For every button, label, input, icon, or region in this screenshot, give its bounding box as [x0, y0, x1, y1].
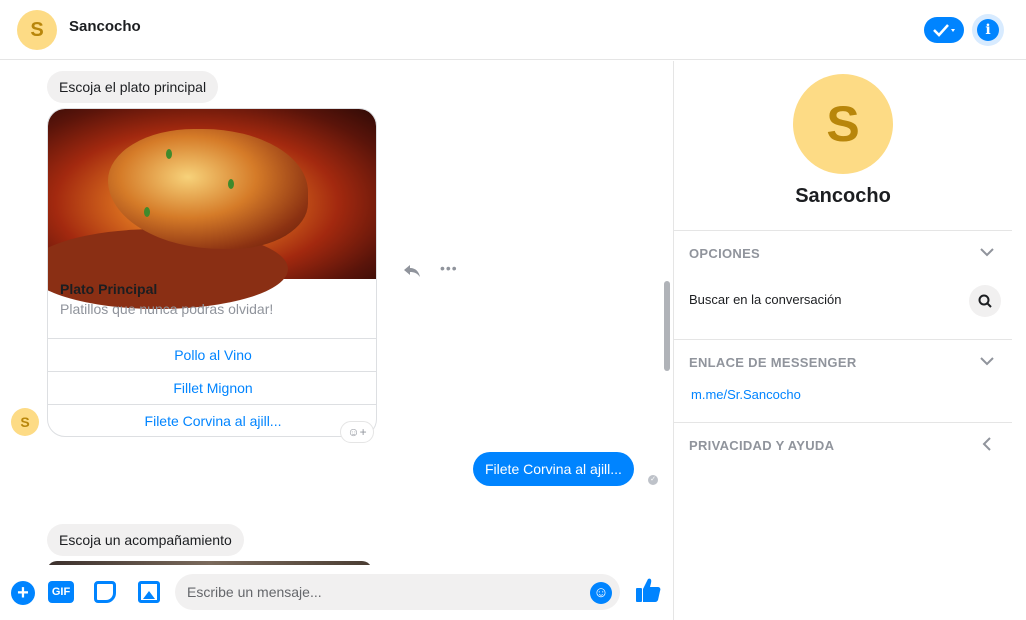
- section-header-link[interactable]: ENLACE DE MESSENGER: [689, 355, 857, 370]
- search-icon: [978, 294, 992, 308]
- more-icon[interactable]: •••: [440, 260, 458, 276]
- details-sidebar: S Sancocho OPCIONES Buscar en la convers…: [674, 61, 1012, 620]
- add-reaction-button[interactable]: ☺+: [340, 421, 374, 443]
- divider: [674, 422, 1012, 423]
- incoming-message: Escoja el plato principal: [47, 71, 219, 103]
- sender-avatar: S: [11, 408, 39, 436]
- check-icon: [933, 24, 955, 37]
- card-button-fillet[interactable]: Fillet Mignon: [48, 371, 376, 404]
- mark-read-button[interactable]: [924, 17, 964, 43]
- section-header-privacy[interactable]: PRIVACIDAD Y AYUDA: [689, 438, 834, 453]
- smiley-plus-icon: ☺+: [347, 425, 367, 439]
- divider: [674, 339, 1012, 340]
- card-button-corvina[interactable]: Filete Corvina al ajill...: [48, 404, 376, 436]
- emoji-icon[interactable]: ☺: [590, 582, 612, 604]
- card-button-pollo[interactable]: Pollo al Vino: [48, 338, 376, 371]
- section-header-options[interactable]: OPCIONES: [689, 246, 760, 261]
- generic-template-card: Plato Principal Platillos que nunca podr…: [47, 108, 377, 437]
- info-icon: i: [977, 19, 999, 41]
- card-subtitle: Platillos que nunca podras olvidar!: [60, 301, 274, 317]
- seen-check-icon: ✓: [648, 475, 658, 485]
- composer: + GIF ☺: [0, 565, 673, 620]
- page-title[interactable]: Sancocho: [69, 18, 141, 35]
- conversation-header: S Sancocho i: [0, 0, 1026, 60]
- chevron-down-icon[interactable]: [979, 353, 995, 371]
- outgoing-message: Filete Corvina al ajill...: [473, 452, 634, 486]
- messenger-link[interactable]: m.me/Sr.Sancocho: [691, 387, 801, 402]
- sticker-icon[interactable]: [94, 581, 116, 603]
- message-input[interactable]: [175, 574, 620, 610]
- info-button[interactable]: i: [972, 14, 1004, 46]
- avatar: S: [793, 74, 893, 174]
- thumbs-up-icon[interactable]: [634, 576, 662, 611]
- reply-icon[interactable]: [403, 264, 421, 278]
- gif-icon[interactable]: GIF: [48, 581, 74, 603]
- chevron-down-icon[interactable]: [979, 244, 995, 262]
- avatar[interactable]: S: [17, 10, 57, 50]
- card-title: Plato Principal: [60, 281, 158, 297]
- photo-icon[interactable]: [138, 581, 160, 603]
- chevron-left-icon[interactable]: [982, 436, 992, 457]
- scrollbar[interactable]: [664, 281, 670, 371]
- incoming-message: Escoja un acompañamiento: [47, 524, 244, 556]
- search-button[interactable]: [969, 285, 1001, 317]
- card-image[interactable]: [48, 109, 376, 309]
- search-conversation-item[interactable]: Buscar en la conversación: [689, 292, 841, 307]
- divider: [674, 230, 1012, 231]
- message-list[interactable]: Escoja el plato principal Plato Principa…: [0, 61, 673, 565]
- contact-name: Sancocho: [795, 185, 891, 207]
- plus-icon[interactable]: +: [11, 581, 35, 605]
